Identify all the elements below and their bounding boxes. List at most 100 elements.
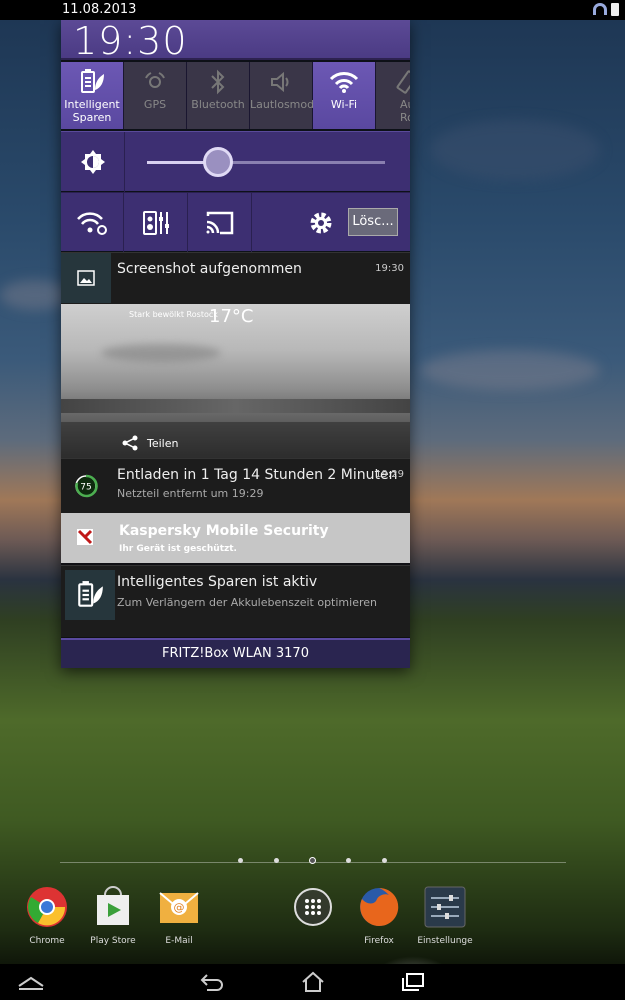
dock-app-label: E-Mail [165,936,193,946]
wallpaper-cloud [420,350,600,390]
quick-setting-label: Wi-Fi [330,98,358,111]
auto-brightness-button[interactable] [61,132,125,192]
wallpaper-cloud [430,120,600,180]
dock-app-label: Play Store [90,936,136,946]
recent-apps-icon [402,973,424,991]
app-drawer-button[interactable] [283,885,343,936]
wallpaper-cloud [0,280,70,310]
brightness-row [61,131,410,192]
quick-setting-wifi[interactable]: Wi-Fi [313,62,376,129]
wifi-signal-icon [593,3,607,15]
kaspersky-icon [77,529,93,545]
preview-weather-temp: 17°C [209,306,254,327]
notification-time: 19:30 [375,263,404,274]
notification-icon [65,570,115,620]
notification-title: Screenshot aufgenommen [117,261,302,277]
page-indicator[interactable] [346,858,351,863]
quick-setting-label: Lautlosmodus [250,98,327,111]
notification-battery[interactable]: 75 Entladen in 1 Tag 14 Stunden 2 Minute… [61,458,410,513]
quick-setting-intelligent-saving[interactable]: Intelligent Sparen [61,62,124,129]
speaker-mute-icon [271,71,289,93]
firefox-icon [360,887,399,926]
quick-setting-auto-rotation[interactable]: Auto-Rotation [376,62,410,129]
notification-panel: 19:30 Intelligent Sparen GPS Bluetooth L… [61,19,410,668]
gps-icon [145,72,165,88]
status-icons [593,3,619,16]
clock-header: 19:30 [61,19,410,63]
page-indicator[interactable] [274,858,279,863]
dock-app-settings[interactable]: Einstellunge [415,885,475,946]
rotate-icon [396,70,410,94]
audio-sliders-icon [143,210,169,235]
share-bar: Teilen [61,422,410,458]
svg-text:@: @ [174,901,185,914]
cast-screen-button[interactable] [189,193,252,252]
apps-grid-icon [294,888,332,926]
clear-notifications-button[interactable]: Lösc... [348,208,398,236]
notification-kaspersky[interactable]: Kaspersky Mobile Security Ihr Gerät ist … [61,513,410,563]
quick-setting-silent[interactable]: Lautlosmodus [250,62,327,129]
wifi-settings-icon [77,211,107,235]
image-icon [77,270,95,286]
quick-setting-bluetooth[interactable]: Bluetooth [187,62,250,129]
battery-percent-icon: 75 [75,474,98,498]
dock-app-email[interactable]: @ E-Mail [149,885,209,946]
status-bar: 11.08.2013 [0,0,625,20]
page-indicator[interactable] [238,858,243,863]
notification-title: Intelligentes Sparen ist aktiv [117,574,318,590]
quick-setting-label: GPS [143,98,167,111]
home-button[interactable] [298,968,328,996]
chevron-up-icon [18,976,44,990]
share-button[interactable]: Teilen [121,434,178,452]
notification-screenshot[interactable]: Screenshot aufgenommen 19:30 [61,252,410,304]
brightness-slider-thumb[interactable] [203,147,234,177]
bluetooth-icon [211,69,225,95]
cast-icon [206,211,234,234]
dock-app-label: Chrome [29,936,65,946]
audio-wizard-button[interactable] [125,193,188,252]
quick-settings-row: Intelligent Sparen GPS Bluetooth Lautlos… [61,62,410,129]
quick-setting-label: Intelligent Sparen [64,98,120,124]
quick-setting-label: Bluetooth [191,98,245,111]
battery-percent-badge: 75 [80,483,91,493]
brightness-slider[interactable] [147,147,385,177]
clock: 19:30 [73,19,188,63]
notification-subtitle: Netzteil entfernt um 19:29 [117,487,264,500]
gear-icon [310,212,331,233]
recent-apps-button[interactable] [398,968,428,996]
wifi-icon [329,72,359,93]
brightness-icon [80,150,105,174]
back-button[interactable] [197,968,227,996]
notification-subtitle: Ihr Gerät ist geschützt. [119,544,237,554]
dock-app-firefox[interactable]: Firefox [349,885,409,946]
preview-horizon [61,399,410,413]
share-label: Teilen [147,436,179,450]
preview-weather-location: Stark bewölkt Rostock [129,310,218,319]
status-date: 11.08.2013 [62,2,137,17]
wifi-settings-button[interactable] [61,193,124,252]
screenshot-preview[interactable]: Stark bewölkt Rostock 17°C Teilen [61,304,410,458]
settings-button[interactable] [289,193,352,252]
navigation-bar [0,964,625,1000]
notification-title: Entladen in 1 Tag 14 Stunden 2 Minuten [117,467,398,483]
notification-title: Kaspersky Mobile Security [119,523,329,539]
tools-row: Lösc... [61,192,410,252]
battery-leaf-icon [81,69,104,93]
quick-setting-gps[interactable]: GPS [124,62,187,129]
back-icon [200,974,223,991]
notification-intelligent-saving[interactable]: Intelligentes Sparen ist aktiv Zum Verlä… [61,565,410,637]
settings-app-icon [424,886,466,928]
notification-icon [61,253,111,303]
wifi-network-name[interactable]: FRITZ!Box WLAN 3170 [61,638,410,668]
page-indicator[interactable] [382,858,387,863]
email-icon: @ [159,892,199,923]
play-store-icon [97,886,129,925]
notification-icon: 75 [61,459,111,513]
dock-app-chrome[interactable]: Chrome [17,885,77,946]
hide-nav-button[interactable] [16,968,46,996]
page-indicator-current[interactable] [309,857,316,864]
dock-app-label: Firefox [364,936,394,946]
dock-app-play-store[interactable]: Play Store [83,885,143,946]
quick-setting-label: Auto-Rotation [400,98,410,124]
home-icon [302,971,324,992]
